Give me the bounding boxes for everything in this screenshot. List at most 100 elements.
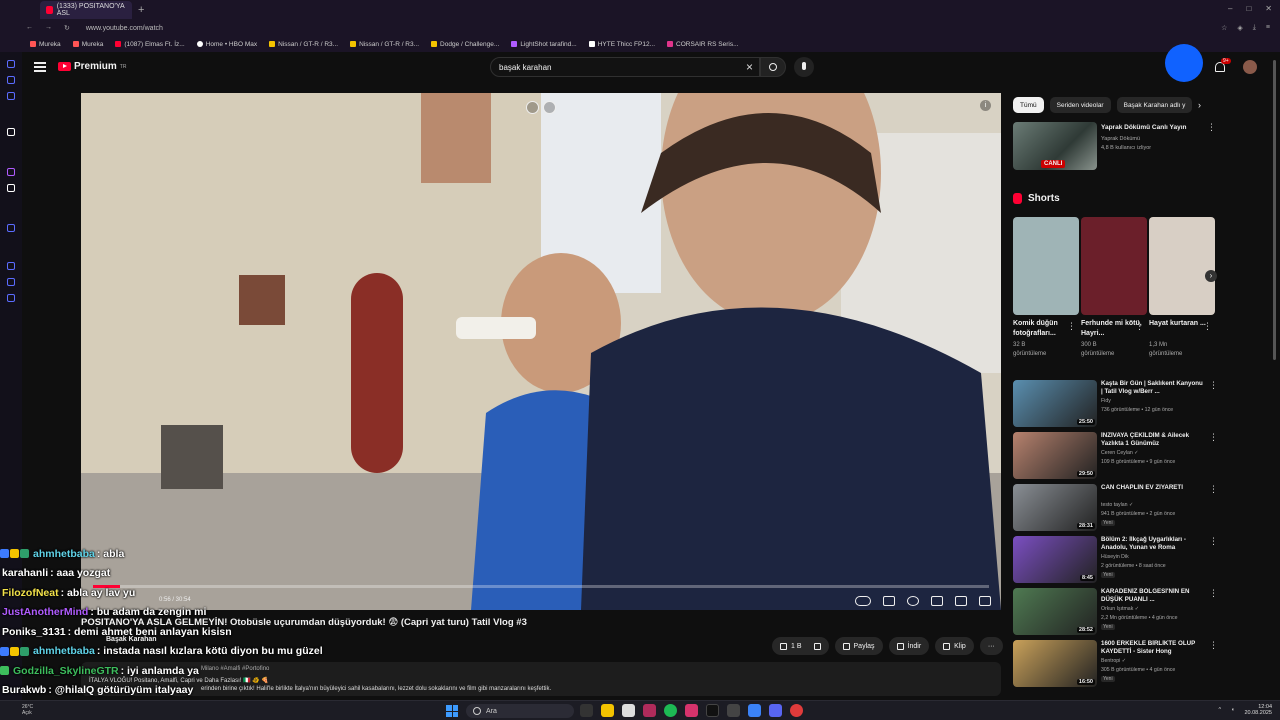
kebab-menu-icon[interactable]: ⋮ [1209, 588, 1218, 599]
sidebar-app-icon[interactable] [7, 224, 15, 232]
instagram-icon[interactable] [685, 704, 698, 717]
channel-name[interactable]: Bentropi ✓ [1101, 658, 1126, 664]
x-icon[interactable] [7, 184, 15, 192]
avatar[interactable] [1243, 60, 1257, 74]
channel-name[interactable]: Ceren Ceylan ✓ [1101, 450, 1139, 456]
channel-name[interactable]: Hüseyin Dik [1101, 554, 1129, 560]
kebab-menu-icon[interactable]: ⋮ [1209, 640, 1218, 651]
browser-menu-icon[interactable]: ≡ [1266, 24, 1270, 32]
kebab-menu-icon[interactable]: ⋮ [1067, 321, 1076, 332]
like-button[interactable]: 1 B [772, 637, 829, 655]
kebab-menu-icon[interactable]: ⋮ [1209, 380, 1218, 391]
recommended-video[interactable]: 16:50 1600 ERKEKLE BİRLİKTE OLUP KAYDETTİ… [1013, 640, 1218, 690]
youtube-logo[interactable]: Premium TR [58, 61, 126, 72]
bookmark-item[interactable]: (1087) Elmas Ft. İz... [115, 41, 185, 48]
bookmark-item[interactable]: Dodge / Challenge... [431, 41, 499, 48]
bookmark-item[interactable]: Mureka [30, 41, 61, 48]
sidebar-app-icon[interactable] [7, 76, 15, 84]
search-input[interactable]: başak karahan × [490, 57, 760, 77]
kebab-menu-icon[interactable]: ⋮ [1135, 321, 1144, 332]
short-card[interactable]: Komik düğün fotoğrafları... 32 Bgörüntüle… [1013, 217, 1079, 359]
recommended-video[interactable]: 29:50 İNZİVAYA ÇEKİLDİM & Ailecek Yazlıkt… [1013, 432, 1218, 482]
voice-search-icon[interactable] [794, 57, 814, 77]
video-title[interactable]: CAN CHAPLİN EV ZİYARETİ [1101, 484, 1205, 492]
forward-icon[interactable]: → [45, 24, 52, 32]
new-tab-icon[interactable]: + [138, 4, 144, 16]
minimize-icon[interactable]: – [1228, 4, 1232, 13]
download-button[interactable]: İndir [888, 637, 930, 655]
video-title[interactable]: 1600 ERKEKLE BİRLİKTE OLUP KAYDETTİ - Si… [1101, 640, 1205, 656]
tray-chevron-icon[interactable]: ^ [1219, 707, 1222, 713]
channel-name[interactable]: Orkun Işıtmak ✓ [1101, 606, 1139, 612]
kebab-menu-icon[interactable]: ⋮ [1203, 321, 1212, 332]
extensions-icon[interactable]: ◈ [1237, 24, 1242, 32]
sidebar-app-icon[interactable] [7, 128, 15, 136]
video-player[interactable]: i 0:56 / 30:54 [81, 93, 1001, 610]
back-icon[interactable]: ← [26, 24, 33, 32]
search-button[interactable] [760, 57, 786, 77]
kebab-menu-icon[interactable]: ⋮ [1209, 536, 1218, 547]
kebab-menu-icon[interactable]: ⋮ [1209, 484, 1218, 495]
chip-channel[interactable]: Başak Karahan adlı y [1116, 97, 1193, 113]
video-thumbnail[interactable]: 28:52 [1013, 588, 1097, 635]
clear-search-icon[interactable]: × [746, 60, 753, 74]
steam-icon[interactable] [727, 704, 740, 717]
bookmark-item[interactable]: Nissan / GT-R / R3... [350, 41, 419, 48]
sidebar-app-icon[interactable] [7, 92, 15, 100]
close-window-icon[interactable]: ✕ [1265, 4, 1272, 13]
kebab-menu-icon[interactable]: ⋮ [1207, 122, 1216, 133]
video-title[interactable]: Bölüm 2: İlkçağ Uygarlıkları - Anadolu, … [1101, 536, 1205, 552]
sidebar-app-icon[interactable] [7, 60, 15, 68]
fullscreen-icon[interactable] [979, 596, 991, 606]
bookmark-item[interactable]: Home • HBO Max [196, 41, 257, 48]
clip-button[interactable]: Klip [935, 637, 974, 655]
recommended-video[interactable]: 28:31 CAN CHAPLİN EV ZİYARETİ testo taylan… [1013, 484, 1218, 534]
sidebar-app-icon[interactable] [7, 278, 15, 286]
more-actions-button[interactable]: ··· [979, 637, 1003, 655]
chevron-right-icon[interactable]: › [1198, 100, 1201, 110]
sidebar-app-icon[interactable] [7, 294, 15, 302]
video-overlay-icon[interactable] [543, 101, 556, 114]
start-icon[interactable] [446, 705, 458, 717]
short-thumbnail[interactable] [1081, 217, 1147, 315]
app-icon[interactable] [748, 704, 761, 717]
clock[interactable]: 12:04 20.08.2025 [1244, 704, 1272, 716]
live-channel[interactable]: Yaprak Dökümü [1101, 136, 1140, 142]
volume-icon[interactable]: ◖ [1231, 707, 1234, 713]
browser-tab[interactable]: (1333) POSITANO'YA ASL [40, 1, 132, 19]
url-field[interactable]: www.youtube.com/watch [86, 25, 163, 32]
autoplay-toggle-icon[interactable] [855, 596, 871, 606]
reload-icon[interactable]: ↻ [64, 24, 70, 32]
live-thumbnail[interactable]: CANLI [1013, 122, 1097, 170]
channel-name[interactable]: Fidy [1101, 398, 1111, 404]
video-title[interactable]: Kaşta Bir Gün | Saklıkent Kanyonu | Tati… [1101, 380, 1205, 396]
video-title[interactable]: İNZİVAYA ÇEKİLDİM & Ailecek Yazlıkta 1 G… [1101, 432, 1205, 448]
tiktok-icon[interactable] [706, 704, 719, 717]
video-title[interactable]: KARADENİZ BÖLGESİ'NİN EN DÜŞÜK PUANLI ..… [1101, 588, 1205, 604]
video-thumbnail[interactable]: 28:31 [1013, 484, 1097, 531]
video-thumbnail[interactable]: 29:50 [1013, 432, 1097, 479]
channel-name[interactable]: testo taylan ✓ [1101, 502, 1133, 508]
short-card[interactable]: Hayat kurtaran ... 1,3 Mn görüntüleme [1149, 217, 1215, 359]
chevron-right-icon[interactable]: › [1205, 270, 1217, 282]
bookmark-item[interactable]: HYTE Thicc FP12... [588, 41, 655, 48]
bookmark-icon[interactable]: ☆ [1221, 24, 1227, 32]
discord-icon[interactable] [769, 704, 782, 717]
download-icon[interactable]: ⤓ [1253, 24, 1256, 32]
video-thumbnail[interactable]: 8:45 [1013, 536, 1097, 583]
miniplayer-icon[interactable] [931, 596, 943, 606]
kebab-menu-icon[interactable]: ⋮ [1209, 432, 1218, 443]
maximize-icon[interactable]: □ [1246, 4, 1251, 13]
chip-series[interactable]: Seriden videolar [1049, 97, 1111, 113]
subtitles-icon[interactable] [883, 596, 895, 606]
info-icon[interactable]: i [980, 100, 991, 111]
chip-all[interactable]: Tümü [1013, 97, 1044, 113]
recommended-video[interactable]: 25:50 Kaşta Bir Gün | Saklıkent Kanyonu |… [1013, 380, 1218, 430]
twitch-icon[interactable] [7, 168, 15, 176]
weather-widget[interactable]: 26°C Açık [22, 704, 33, 716]
share-button[interactable]: Paylaş [834, 637, 883, 655]
chrome-icon[interactable] [790, 704, 803, 717]
recommended-video[interactable]: 8:45 Bölüm 2: İlkçağ Uygarlıkları - Anado… [1013, 536, 1218, 586]
theater-mode-icon[interactable] [955, 596, 967, 606]
live-stream-card[interactable]: CANLI Yaprak Dökümü Canlı Yayın Yaprak D… [1013, 122, 1216, 170]
